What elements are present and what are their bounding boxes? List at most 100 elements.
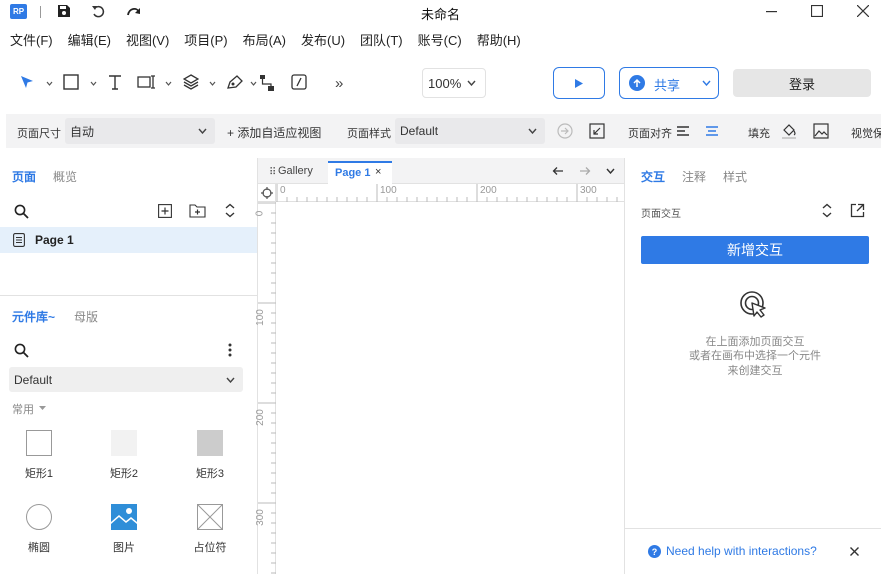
widget-rectangle3[interactable]	[197, 430, 223, 456]
ruler-label: 300	[580, 185, 597, 196]
widget-ellipse[interactable]	[26, 504, 52, 530]
chevron-down-icon[interactable]	[209, 80, 216, 87]
close-icon[interactable]	[850, 547, 859, 556]
preview-button[interactable]	[553, 67, 605, 99]
help-link[interactable]: Need help with interactions?	[666, 544, 817, 558]
vertical-ruler: 0 100 200 300	[254, 202, 276, 574]
layers-icon[interactable]	[183, 74, 199, 90]
page-list-item[interactable]: Page 1	[0, 227, 257, 253]
panel-divider	[0, 295, 257, 296]
ruler-label: 200	[480, 185, 497, 196]
search-icon[interactable]	[14, 204, 29, 219]
chevron-down-icon[interactable]	[46, 80, 53, 87]
category-label[interactable]: 常用	[12, 401, 34, 417]
menu-bar: 文件(F) 编辑(E) 视图(V) 项目(P) 布局(A) 发布(U) 团队(T…	[0, 30, 536, 48]
menu-account[interactable]: 账号(C)	[418, 30, 462, 49]
rectangle-tool-icon[interactable]	[63, 74, 79, 90]
add-page-icon[interactable]	[158, 204, 172, 218]
chevron-down-icon	[198, 128, 207, 134]
canvas-area[interactable]	[277, 203, 624, 574]
maximize-icon[interactable]	[811, 5, 823, 17]
page-size-select[interactable]: 自动	[65, 118, 215, 144]
expand-collapse-icon[interactable]	[821, 203, 833, 218]
minimize-icon[interactable]	[766, 11, 777, 13]
chevron-down-icon[interactable]	[165, 80, 172, 87]
page-name: Page 1	[35, 233, 74, 247]
help-icon[interactable]: ?	[648, 545, 661, 558]
chevron-down-icon[interactable]	[90, 80, 97, 87]
zoom-value: 100%	[428, 75, 462, 91]
play-icon	[575, 78, 583, 88]
chevron-down-icon[interactable]	[250, 80, 257, 87]
tab-outline[interactable]: 概览	[53, 168, 77, 185]
widget-placeholder-icon[interactable]	[197, 504, 223, 530]
widget-rectangle2[interactable]	[111, 430, 137, 456]
go-to-page-icon[interactable]	[557, 123, 573, 139]
add-interaction-button[interactable]: 新增交互	[641, 236, 869, 264]
caret-down-icon[interactable]	[39, 406, 46, 411]
widget-image-icon[interactable]	[111, 504, 137, 530]
menu-help[interactable]: 帮助(H)	[477, 30, 521, 49]
connector-tool-icon[interactable]	[259, 74, 275, 92]
menu-view[interactable]: 视图(V)	[126, 30, 169, 49]
back-arrow-icon[interactable]	[552, 166, 564, 176]
add-folder-icon[interactable]	[189, 203, 206, 218]
drag-handle-icon[interactable]: ⠿	[269, 167, 276, 178]
ruler-corner[interactable]	[258, 184, 276, 202]
open-external-icon[interactable]	[850, 203, 865, 218]
resize-page-icon[interactable]	[589, 123, 605, 139]
search-icon[interactable]	[14, 343, 29, 358]
chevron-down-icon[interactable]	[606, 168, 615, 174]
page-style-select[interactable]: Default	[395, 118, 545, 144]
tab-gallery[interactable]: Gallery	[278, 165, 313, 177]
pen-tool-icon[interactable]	[226, 74, 244, 90]
share-button[interactable]: 共享	[619, 67, 719, 99]
widget-rectangle1[interactable]	[26, 430, 52, 456]
menu-team[interactable]: 团队(T)	[360, 30, 403, 49]
page-icon	[13, 233, 25, 247]
tab-masters[interactable]: 母版	[74, 308, 98, 325]
svg-text:?: ?	[652, 547, 658, 557]
hint-text: 或者在画布中选择一个元件	[689, 350, 821, 362]
fill-label: 填充	[748, 128, 770, 140]
horizontal-ruler: 0 100 200 300	[276, 184, 625, 202]
tab-pages[interactable]: 页面	[12, 168, 36, 185]
menu-publish[interactable]: 发布(U)	[301, 30, 345, 49]
zoom-select[interactable]: 100%	[422, 68, 486, 98]
tab-library[interactable]: 元件库~	[12, 308, 55, 325]
library-select[interactable]: Default	[9, 367, 243, 392]
hint-text: 来创建交互	[727, 365, 783, 377]
tab-interactions[interactable]: 交互	[641, 168, 665, 185]
redo-icon[interactable]	[126, 5, 142, 18]
page-style-label: 页面样式	[347, 128, 391, 140]
expand-collapse-icon[interactable]	[224, 203, 236, 218]
menu-edit[interactable]: 编辑(E)	[68, 30, 111, 49]
close-tab-icon[interactable]: ×	[375, 166, 381, 178]
chevron-down-icon[interactable]	[702, 80, 711, 86]
menu-project[interactable]: 项目(P)	[184, 30, 227, 49]
tab-style[interactable]: 样式	[723, 168, 747, 185]
forward-arrow-icon[interactable]	[579, 166, 591, 176]
undo-icon[interactable]	[91, 4, 106, 19]
login-button[interactable]: 登录	[733, 69, 871, 97]
add-adaptive-view-button[interactable]: + 添加自适应视图	[227, 124, 321, 141]
close-window-icon[interactable]	[857, 5, 869, 17]
menu-layout[interactable]: 布局(A)	[243, 30, 286, 49]
align-left-icon[interactable]	[676, 125, 690, 137]
widget-label: 占位符	[193, 542, 227, 554]
title-separator	[40, 6, 41, 18]
fill-image-icon[interactable]	[813, 123, 829, 139]
tab-page1[interactable]: Page 1 ×	[328, 161, 392, 184]
align-center-icon[interactable]	[705, 125, 719, 137]
page-align-label: 页面对齐	[628, 128, 672, 140]
input-tool-icon[interactable]	[137, 74, 157, 90]
menu-file[interactable]: 文件(F)	[10, 30, 53, 49]
paint-bucket-icon[interactable]	[781, 122, 797, 140]
more-tools-icon[interactable]: »	[335, 75, 343, 92]
text-tool-icon[interactable]	[107, 74, 123, 90]
more-options-icon[interactable]	[228, 343, 232, 357]
hotspot-tool-icon[interactable]	[291, 74, 307, 90]
pointer-tool-icon[interactable]	[19, 74, 35, 90]
save-icon[interactable]	[57, 4, 71, 18]
tab-notes[interactable]: 注释	[682, 168, 706, 185]
